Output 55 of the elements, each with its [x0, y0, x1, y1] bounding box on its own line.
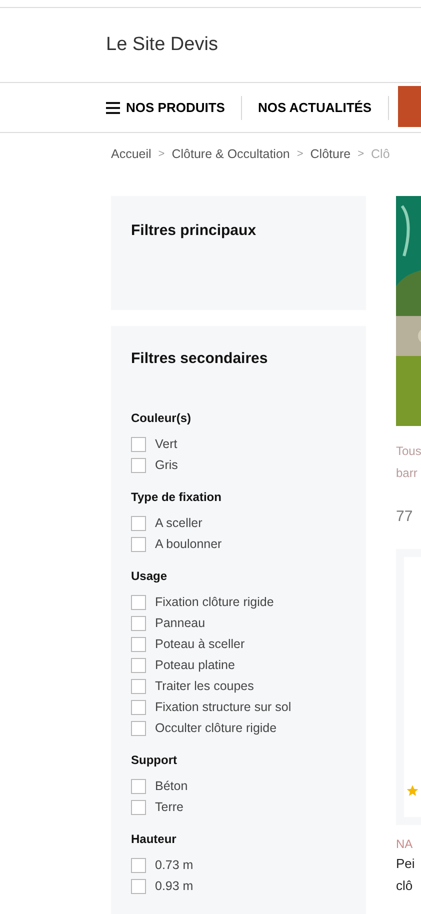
- checkbox[interactable]: [131, 778, 146, 794]
- menu-button[interactable]: NOS PRODUITS: [106, 98, 225, 118]
- filter-option[interactable]: Panneau: [155, 614, 206, 632]
- filter-option[interactable]: Occulter clôture rigide: [155, 718, 277, 738]
- panel-title: Filtres secondaires: [131, 349, 269, 369]
- filter-option[interactable]: 0.93 m: [155, 876, 194, 896]
- product-count: 77: [396, 507, 414, 527]
- checkbox[interactable]: [131, 536, 146, 552]
- site-name[interactable]: Le Site Devis: [106, 30, 218, 60]
- filter-option[interactable]: 0.73 m: [155, 856, 194, 874]
- filter-group-title: Hauteur: [131, 832, 178, 846]
- filter-option[interactable]: Traiter les coupes: [155, 676, 254, 696]
- checkbox[interactable]: [131, 878, 146, 894]
- filter-option[interactable]: Vert: [155, 434, 178, 454]
- breadcrumb-link[interactable]: Clôture & Occultation: [172, 144, 290, 164]
- checkbox[interactable]: [131, 594, 146, 610]
- product-name[interactable]: Pei: [396, 852, 421, 874]
- checkbox[interactable]: [131, 436, 146, 452]
- filter-option[interactable]: Gris: [155, 456, 178, 474]
- star-icon: [406, 784, 419, 796]
- category-description: barr: [396, 465, 418, 482]
- panel-title: Filtres principaux: [131, 222, 256, 239]
- breadcrumb-separator: >: [296, 146, 304, 162]
- product-name[interactable]: clô: [396, 874, 421, 896]
- checkbox[interactable]: [131, 700, 146, 714]
- checkbox[interactable]: [131, 516, 146, 530]
- checkbox[interactable]: [131, 800, 146, 814]
- checkbox[interactable]: [131, 616, 146, 630]
- filter-option[interactable]: A sceller: [155, 514, 202, 532]
- nav-link[interactable]: NOS ACTUALITÉS: [258, 98, 372, 118]
- filter-option[interactable]: Poteau platine: [155, 656, 235, 674]
- filter-option[interactable]: Fixation clôture rigide: [155, 592, 274, 612]
- checkbox[interactable]: [131, 858, 146, 872]
- checkbox[interactable]: [131, 720, 146, 736]
- checkbox[interactable]: [131, 636, 146, 652]
- menu-icon: [106, 102, 120, 114]
- product-brand: NA: [396, 836, 414, 852]
- filter-group-title: Couleur(s): [131, 410, 192, 424]
- filter-group-title: Usage: [131, 568, 168, 582]
- checkbox[interactable]: [131, 678, 146, 694]
- breadcrumb-link[interactable]: Clôture: [310, 144, 351, 164]
- filter-group-title: Support: [131, 752, 178, 766]
- category-description: Tous: [396, 443, 421, 460]
- filter-option[interactable]: Fixation structure sur sol: [155, 698, 292, 716]
- checkbox[interactable]: [131, 658, 146, 672]
- filter-option[interactable]: Terre: [155, 798, 184, 816]
- filter-option[interactable]: A boulonner: [155, 534, 222, 554]
- filter-option[interactable]: Béton: [155, 776, 188, 796]
- breadcrumb-separator: >: [358, 146, 364, 162]
- checkbox[interactable]: [131, 458, 146, 472]
- filter-option[interactable]: Poteau à sceller: [155, 634, 245, 654]
- breadcrumb-separator: >: [158, 146, 165, 162]
- nav-button[interactable]: [398, 86, 421, 127]
- breadcrumb-link[interactable]: Accueil: [111, 144, 152, 164]
- filter-group-title: Type de fixation: [131, 490, 222, 504]
